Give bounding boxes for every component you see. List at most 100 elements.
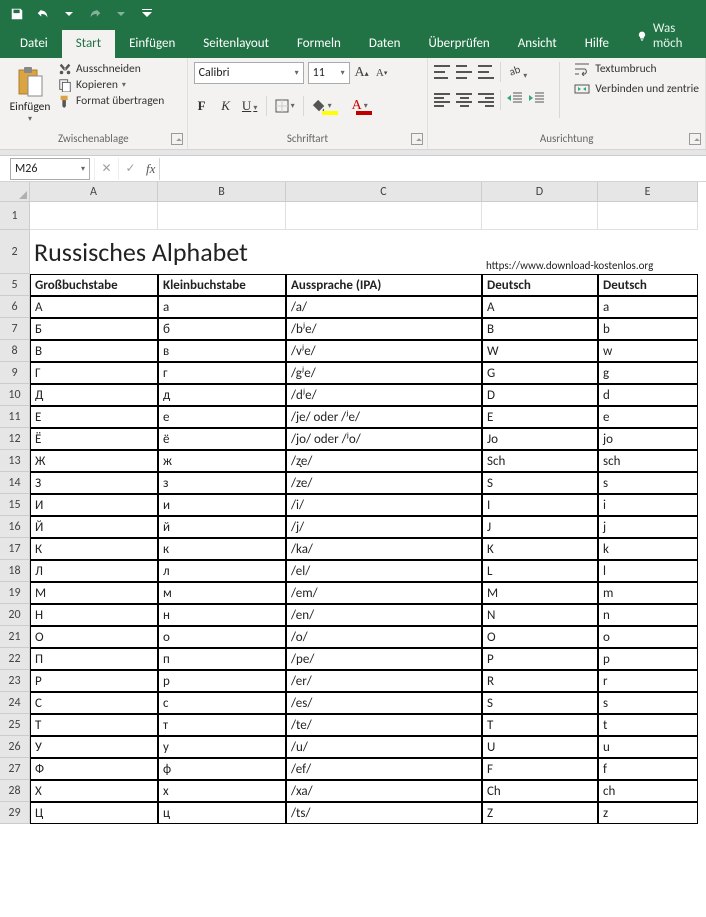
cell-A7[interactable]: Б: [30, 318, 158, 340]
font-name-select[interactable]: Calibri▾: [194, 62, 304, 84]
cell-A12[interactable]: Ё: [30, 428, 158, 450]
row-header-22[interactable]: 22: [0, 648, 30, 670]
cell-A20[interactable]: Н: [30, 604, 158, 626]
row-header-20[interactable]: 20: [0, 604, 30, 626]
cell-D28[interactable]: Ch: [482, 780, 598, 802]
cell-B26[interactable]: у: [158, 736, 286, 758]
align-bottom-icon[interactable]: [478, 65, 494, 79]
cell-A9[interactable]: Г: [30, 362, 158, 384]
cell-D9[interactable]: G: [482, 362, 598, 384]
cell-E29[interactable]: z: [598, 802, 698, 824]
paste-button[interactable]: Einfügen ▾: [6, 62, 54, 124]
name-box[interactable]: M26▾: [10, 158, 90, 180]
cell-C24[interactable]: /es/: [286, 692, 482, 714]
cell-C16[interactable]: /j/: [286, 516, 482, 538]
cell-E11[interactable]: e: [598, 406, 698, 428]
tab-einfuegen[interactable]: Einfügen: [115, 30, 189, 58]
cell-url[interactable]: https://www.download-kostenlos.org: [482, 230, 698, 274]
cell-A1[interactable]: [30, 202, 158, 230]
row-header-13[interactable]: 13: [0, 450, 30, 472]
merge-button[interactable]: Verbinden und zentrie: [574, 82, 699, 96]
cell-E26[interactable]: u: [598, 736, 698, 758]
qat-customize-icon[interactable]: [136, 3, 158, 25]
cell-E22[interactable]: p: [598, 648, 698, 670]
col-header-B[interactable]: B: [158, 182, 286, 202]
cell-E20[interactable]: n: [598, 604, 698, 626]
align-left-icon[interactable]: [434, 93, 450, 107]
row-header-16[interactable]: 16: [0, 516, 30, 538]
cell-B19[interactable]: м: [158, 582, 286, 604]
cell-D20[interactable]: N: [482, 604, 598, 626]
cell-D16[interactable]: J: [482, 516, 598, 538]
cut-button[interactable]: Ausschneiden: [58, 62, 164, 76]
align-right-icon[interactable]: [478, 93, 494, 107]
cell-B13[interactable]: ж: [158, 450, 286, 472]
cell-E15[interactable]: i: [598, 494, 698, 516]
tab-datei[interactable]: Datei: [6, 30, 62, 58]
italic-button[interactable]: K: [218, 98, 234, 114]
cell-C18[interactable]: /el/: [286, 560, 482, 582]
undo-icon[interactable]: [32, 3, 54, 25]
bold-button[interactable]: F: [194, 98, 210, 114]
underline-button[interactable]: U▾: [242, 98, 258, 114]
tab-tellme[interactable]: Was möch: [623, 15, 706, 58]
cell-A17[interactable]: К: [30, 538, 158, 560]
cell-B29[interactable]: ц: [158, 802, 286, 824]
borders-button[interactable]: ▾: [275, 99, 295, 113]
cell-D26[interactable]: U: [482, 736, 598, 758]
increase-indent-icon[interactable]: [529, 91, 545, 109]
cell-A5[interactable]: Großbuchstabe: [30, 274, 158, 296]
cell-C13[interactable]: /ʐe/: [286, 450, 482, 472]
cell-D11[interactable]: E: [482, 406, 598, 428]
cell-C5[interactable]: Aussprache (IPA): [286, 274, 482, 296]
cell-A8[interactable]: В: [30, 340, 158, 362]
tab-seitenlayout[interactable]: Seitenlayout: [189, 30, 283, 58]
row-header-1[interactable]: 1: [0, 202, 30, 230]
cell-D5[interactable]: Deutsch: [482, 274, 598, 296]
undo-dropdown-icon[interactable]: [58, 3, 80, 25]
cell-B24[interactable]: с: [158, 692, 286, 714]
row-header-25[interactable]: 25: [0, 714, 30, 736]
align-center-icon[interactable]: [456, 93, 472, 107]
cell-D25[interactable]: T: [482, 714, 598, 736]
cell-E13[interactable]: sch: [598, 450, 698, 472]
cell-E12[interactable]: jo: [598, 428, 698, 450]
cell-D12[interactable]: Jo: [482, 428, 598, 450]
fx-icon[interactable]: fx: [146, 161, 155, 177]
cell-E10[interactable]: d: [598, 384, 698, 406]
cell-C7[interactable]: /bʲe/: [286, 318, 482, 340]
cell-E16[interactable]: j: [598, 516, 698, 538]
row-header-11[interactable]: 11: [0, 406, 30, 428]
cell-A13[interactable]: Ж: [30, 450, 158, 472]
cell-B27[interactable]: ф: [158, 758, 286, 780]
row-header-7[interactable]: 7: [0, 318, 30, 340]
cell-C10[interactable]: /dʲe/: [286, 384, 482, 406]
cell-D19[interactable]: M: [482, 582, 598, 604]
cell-B21[interactable]: о: [158, 626, 286, 648]
col-header-A[interactable]: A: [30, 182, 158, 202]
cell-B8[interactable]: в: [158, 340, 286, 362]
row-header-26[interactable]: 26: [0, 736, 30, 758]
cell-B17[interactable]: к: [158, 538, 286, 560]
wrap-text-button[interactable]: Textumbruch: [574, 62, 699, 76]
cell-A24[interactable]: С: [30, 692, 158, 714]
cell-C1[interactable]: [286, 202, 482, 230]
cell-B6[interactable]: а: [158, 296, 286, 318]
cell-E28[interactable]: ch: [598, 780, 698, 802]
cell-D22[interactable]: P: [482, 648, 598, 670]
copy-button[interactable]: Kopieren▾: [58, 78, 164, 92]
cell-E6[interactable]: a: [598, 296, 698, 318]
row-header-29[interactable]: 29: [0, 802, 30, 824]
align-middle-icon[interactable]: [456, 65, 472, 79]
row-header-15[interactable]: 15: [0, 494, 30, 516]
row-header-17[interactable]: 17: [0, 538, 30, 560]
cell-B15[interactable]: и: [158, 494, 286, 516]
format-painter-button[interactable]: Format übertragen: [58, 94, 164, 108]
cell-E25[interactable]: t: [598, 714, 698, 736]
cell-D24[interactable]: S: [482, 692, 598, 714]
cell-E5[interactable]: Deutsch: [598, 274, 698, 296]
cell-B20[interactable]: н: [158, 604, 286, 626]
row-header-5[interactable]: 5: [0, 274, 30, 296]
cell-C26[interactable]: /u/: [286, 736, 482, 758]
cell-C19[interactable]: /em/: [286, 582, 482, 604]
